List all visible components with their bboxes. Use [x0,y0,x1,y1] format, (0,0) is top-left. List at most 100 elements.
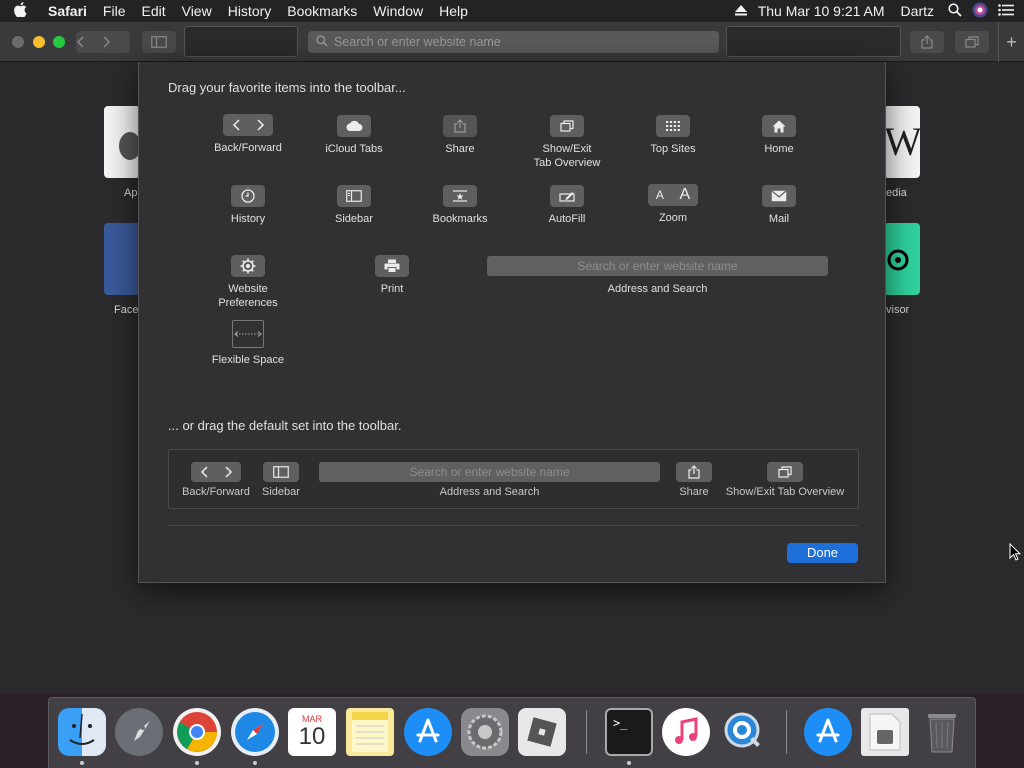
terminal-prompt-glyph: >_ [613,716,628,730]
item-show-exit-tab-overview[interactable]: Show/Exit Tab Overview [512,115,622,170]
notes-icon[interactable] [346,708,394,756]
item-label: Show/Exit Tab Overview [533,143,601,169]
default-sidebar: Sidebar [259,462,303,498]
forward-chevron-icon[interactable] [103,36,130,48]
item-back-forward[interactable]: Back/Forward [193,114,303,155]
downloads-file-icon[interactable] [861,708,909,756]
sheet-divider [168,525,859,526]
toolbar-share-button[interactable] [910,31,944,53]
flexible-space-arrows-icon [234,331,262,337]
history-button [231,185,265,207]
menu-window[interactable]: Window [365,0,431,22]
address-placeholder: Search or enter website name [334,35,501,49]
item-top-sites[interactable]: Top Sites [618,115,728,156]
safari-toolbar: Search or enter website name + [0,22,1024,62]
item-zoom[interactable]: A A Zoom [618,184,728,225]
bookmark-star-icon [453,190,467,202]
app-store-icon[interactable] [404,708,452,756]
terminal-running-dot [627,761,631,765]
item-icloud-tabs[interactable]: iCloud Tabs [299,115,409,156]
tab-overview-button [550,115,584,137]
search-icon [316,34,328,50]
item-label: Zoom [658,212,688,224]
minimize-window-button[interactable] [33,36,45,48]
system-preferences-icon[interactable] [461,708,509,756]
menu-help[interactable]: Help [431,0,476,22]
safari-window: Search or enter website name + Ap Face W… [0,22,1024,694]
default-toolbar-set[interactable]: Back/Forward Sidebar Search or enter web… [168,449,859,509]
item-flexible-space[interactable]: Flexible Space [193,320,303,367]
sidebar-icon [346,190,362,202]
back-chevron-icon[interactable] [76,36,103,48]
toolbar-address-bar[interactable]: Search or enter website name [308,31,719,53]
itunes-icon[interactable] [662,708,710,756]
item-label: Website Preferences [218,283,278,309]
close-window-button[interactable] [12,36,24,48]
calendar-icon[interactable]: MAR 10 [288,708,336,756]
favorite-facebook-tile[interactable] [104,223,140,295]
item-address-and-search-field[interactable]: Search or enter website name [487,256,828,276]
forward-chevron-icon [256,119,264,131]
favorite-apple-tile[interactable] [104,106,141,178]
launchpad-icon[interactable] [115,708,163,756]
sidebar-button [337,185,371,207]
mouse-pointer-icon [1009,542,1022,566]
zoom-in-glyph: A [679,186,691,203]
item-print[interactable]: Print [337,255,447,296]
trash-icon[interactable] [918,708,966,756]
chrome-icon[interactable] [173,708,221,756]
share-icon [921,35,933,49]
apple-menu-icon[interactable] [0,1,40,21]
item-autofill[interactable]: AutoFill [512,185,622,226]
home-button [762,115,796,137]
zoom-window-button[interactable] [53,36,65,48]
menu-edit[interactable]: Edit [133,0,173,22]
toolbar-tab-overview-button[interactable] [955,31,989,53]
dock-separator [586,710,587,754]
item-home[interactable]: Home [724,115,834,156]
sidebar-icon [273,466,289,478]
share-icon [688,465,700,479]
quicktime-icon[interactable] [720,708,768,756]
item-history[interactable]: History [193,185,303,226]
apple-logo-icon [119,132,141,160]
roblox-icon[interactable] [518,708,566,756]
app-store-downloads-icon[interactable] [804,708,852,756]
sheet-heading: Drag your favorite items into the toolba… [168,80,406,95]
menu-app-name[interactable]: Safari [40,0,95,22]
menu-file[interactable]: File [95,0,134,22]
share-icon [454,119,466,133]
back-forward-button [223,114,273,136]
menu-bookmarks[interactable]: Bookmarks [279,0,365,22]
favorite-tripadvisor-tile[interactable] [884,223,920,295]
favorite-tripadvisor-label: visor [886,304,910,316]
item-website-preferences[interactable]: Website Preferences [193,255,303,310]
zoom-out-glyph: A [655,188,664,202]
siri-icon[interactable] [972,2,988,21]
spotlight-search-icon[interactable] [948,2,962,20]
favorite-wikipedia-tile[interactable]: W [884,106,922,178]
chrome-running-dot [195,761,199,765]
item-mail[interactable]: Mail [724,185,834,226]
forward-chevron-icon [224,466,232,478]
done-button[interactable]: Done [787,543,858,563]
terminal-icon[interactable]: >_ [605,708,653,756]
favorite-facebook-label: Face [114,304,139,316]
finder-icon[interactable] [58,708,106,756]
safari-running-dot [253,761,257,765]
safari-icon[interactable] [231,708,279,756]
wikipedia-logo-glyph: W [884,119,922,164]
item-bookmarks[interactable]: Bookmarks [405,185,515,226]
eject-icon[interactable] [734,3,748,19]
toolbar-sidebar-button[interactable] [142,31,176,53]
item-share[interactable]: Share [405,115,515,156]
new-tab-plus-icon[interactable]: + [998,22,1024,62]
menu-view[interactable]: View [174,0,220,22]
menubar-user[interactable]: Dartz [901,3,934,19]
default-address-label: Address and Search [439,486,540,498]
menu-history[interactable]: History [220,0,280,22]
menubar-clock[interactable]: Thu Mar 10 9:21 AM [758,3,885,19]
notification-center-icon[interactable] [998,3,1014,19]
item-sidebar[interactable]: Sidebar [299,185,409,226]
item-label: Back/Forward [214,142,282,154]
